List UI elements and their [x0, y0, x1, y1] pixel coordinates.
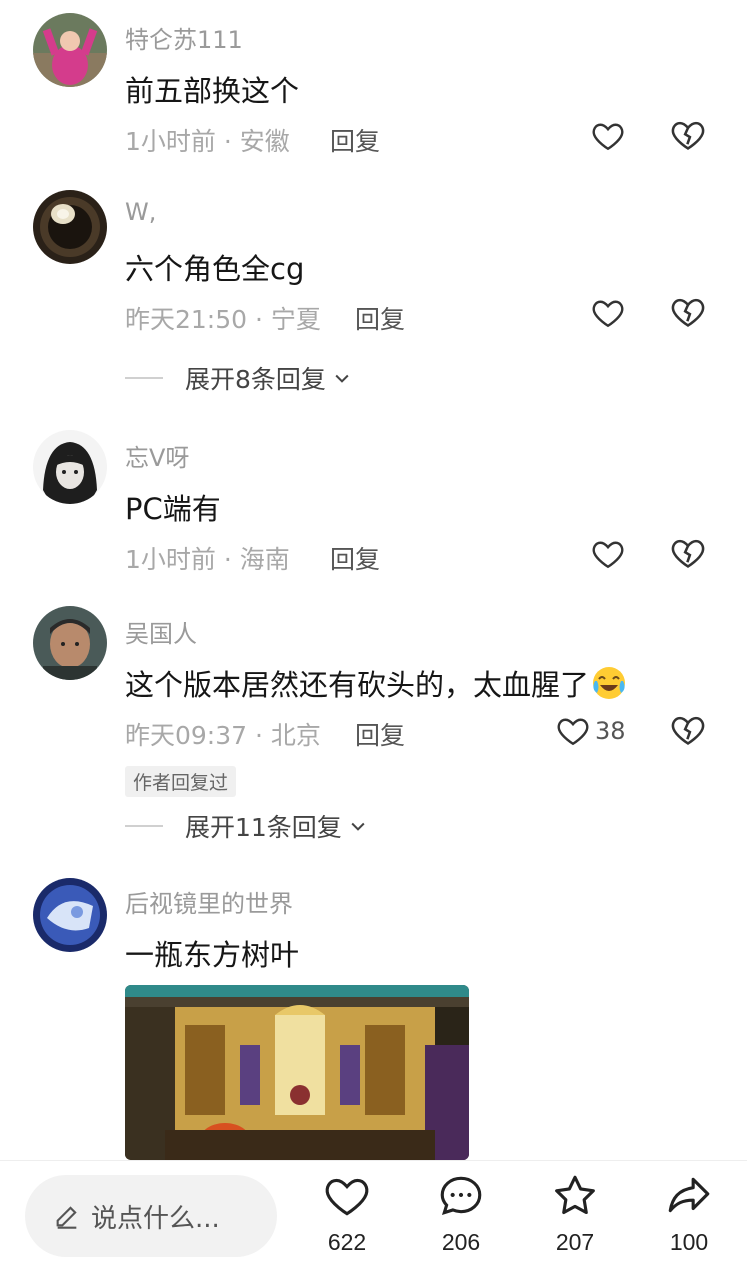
- avatar[interactable]: [33, 430, 107, 504]
- like-button[interactable]: [590, 534, 626, 574]
- like-button[interactable]: 38: [555, 711, 626, 751]
- comment-text: 一瓶东方树叶: [125, 938, 300, 972]
- heart-outline-icon: [592, 541, 624, 569]
- comment-text: 这个版本居然还有砍头的，太血腥了: [125, 662, 627, 704]
- like-button[interactable]: [590, 116, 626, 156]
- favorite-action-button[interactable]: 207: [530, 1171, 620, 1256]
- comment-text: 前五部换这个: [125, 74, 300, 108]
- like-count: 38: [595, 717, 626, 745]
- divider-dash: [125, 825, 163, 827]
- favorite-count: 207: [555, 1229, 595, 1255]
- comment-username[interactable]: W,: [125, 198, 156, 226]
- comment-username[interactable]: 吴国人: [125, 614, 197, 649]
- broken-heart-icon: [671, 539, 705, 568]
- broken-heart-icon: [671, 121, 705, 150]
- share-arrow-icon: [668, 1177, 710, 1213]
- dislike-button[interactable]: [669, 534, 709, 574]
- comment-action-button[interactable]: 206: [416, 1171, 506, 1256]
- reply-button[interactable]: 回复: [330, 540, 380, 576]
- comment-input[interactable]: 说点什么...: [25, 1175, 277, 1257]
- comment-input-placeholder: 说点什么...: [91, 1203, 220, 1234]
- divider-dash: [125, 377, 163, 379]
- star-icon: [555, 1175, 595, 1215]
- heart-outline-icon: [592, 123, 624, 151]
- share-action-button[interactable]: 100: [644, 1171, 734, 1256]
- avatar[interactable]: [33, 878, 107, 952]
- share-count: 100: [669, 1229, 709, 1255]
- reply-button[interactable]: 回复: [330, 122, 380, 158]
- heart-outline-icon: [592, 300, 624, 328]
- expand-replies-button[interactable]: 展开11条回复: [125, 808, 368, 844]
- avatar[interactable]: [33, 606, 107, 680]
- broken-heart-icon: [671, 298, 705, 327]
- pencil-icon: [56, 1206, 77, 1229]
- comment-username[interactable]: 忘V呀: [125, 438, 189, 473]
- chevron-down-icon: [351, 822, 365, 831]
- chat-bubble-icon: [440, 1176, 482, 1216]
- comment-username[interactable]: 特仑苏111: [125, 20, 243, 55]
- like-button[interactable]: [590, 293, 626, 333]
- dislike-button[interactable]: [669, 293, 709, 333]
- comment-count: 206: [441, 1229, 481, 1255]
- heart-outline-icon: [325, 1178, 369, 1216]
- avatar[interactable]: [33, 190, 107, 264]
- comment-text-body: 这个版本居然还有砍头的，太血腥了: [125, 668, 590, 702]
- like-count: 622: [327, 1229, 367, 1255]
- comment-meta: 1小时前 · 安徽: [125, 127, 290, 156]
- comment-meta: 昨天21:50 · 宁夏: [125, 305, 321, 334]
- chevron-down-icon: [335, 374, 349, 383]
- comment-meta: 昨天09:37 · 北京: [125, 721, 321, 750]
- author-replied-badge: 作者回复过: [125, 766, 237, 797]
- reply-button[interactable]: 回复: [355, 716, 405, 752]
- expand-replies-button[interactable]: 展开8条回复: [125, 360, 352, 396]
- game-screenshot-image[interactable]: [125, 985, 469, 1160]
- heart-outline-icon: [557, 718, 589, 746]
- avatar[interactable]: [33, 13, 107, 87]
- comment-meta: 1小时前 · 海南: [125, 545, 290, 574]
- dislike-button[interactable]: [669, 711, 709, 751]
- comment-text: 六个角色全cg: [125, 252, 305, 286]
- bottom-action-bar: 说点什么... 622 206 207 100: [0, 1160, 747, 1280]
- comment-username[interactable]: 后视镜里的世界: [125, 884, 293, 919]
- reply-button[interactable]: 回复: [355, 300, 405, 336]
- expand-replies-label: 展开11条回复: [185, 813, 342, 842]
- expand-replies-label: 展开8条回复: [185, 365, 326, 394]
- dislike-button[interactable]: [669, 116, 709, 156]
- crying-laughing-emoji-icon: [593, 667, 626, 699]
- comment-text: PC端有: [125, 492, 221, 526]
- like-action-button[interactable]: 622: [302, 1171, 392, 1256]
- broken-heart-icon: [671, 716, 705, 745]
